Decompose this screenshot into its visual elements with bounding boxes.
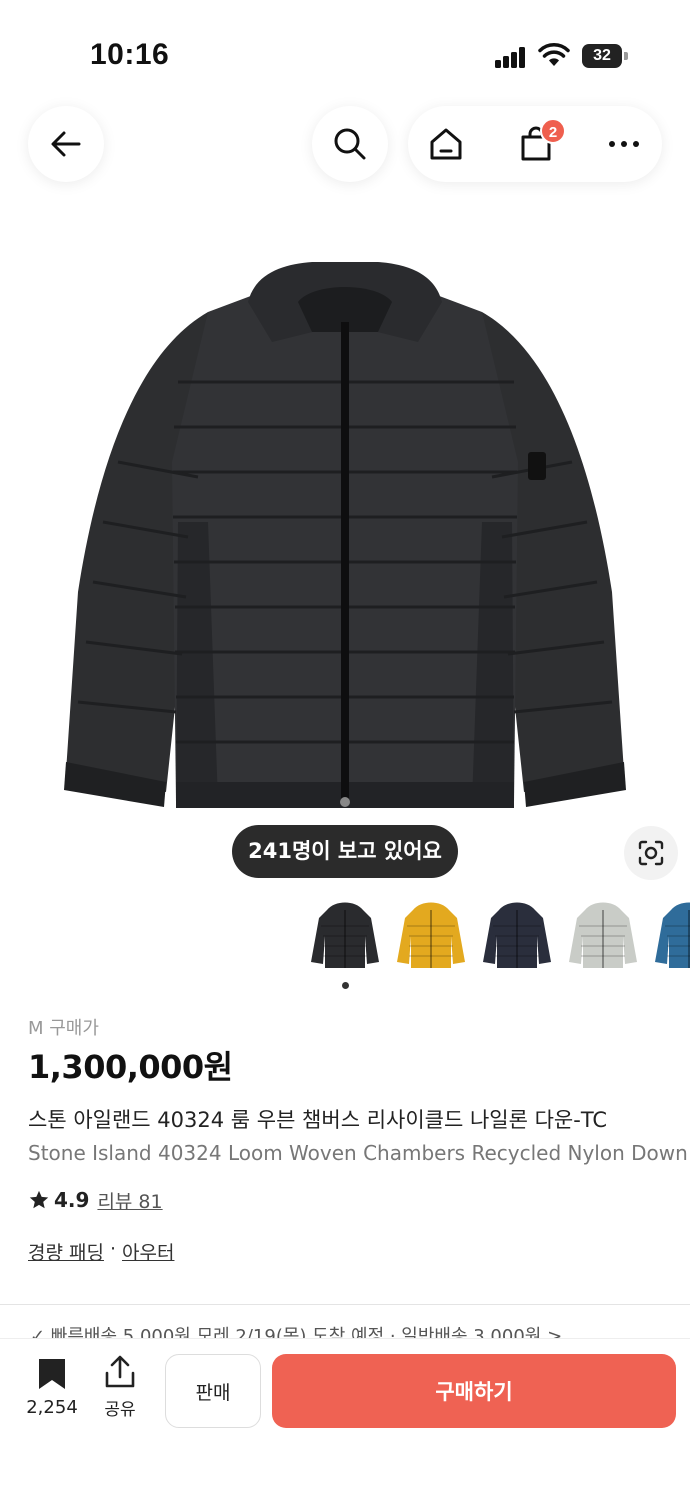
lens-icon [638, 840, 664, 866]
bookmark-icon [39, 1359, 65, 1389]
rating-score: 4.9 [54, 1188, 90, 1212]
star-icon [29, 1190, 49, 1209]
bottom-action-bar: 2,254 공유 판매 구매하기 [0, 1338, 690, 1500]
size-price-label: M 구매가 [28, 1018, 99, 1039]
more-horizontal-icon [609, 141, 639, 147]
search-icon [334, 128, 366, 160]
status-time: 10:16 [90, 38, 170, 71]
category-link-light-padding[interactable]: 경량 패딩 [28, 1238, 104, 1265]
cart-button[interactable]: 2 [498, 106, 574, 182]
home-icon [430, 128, 462, 160]
back-button[interactable] [28, 106, 104, 182]
cellular-signal-icon [495, 46, 527, 68]
category-separator: · [109, 1238, 117, 1260]
product-rating: 4.9 리뷰 81 [28, 1186, 163, 1214]
share-icon [105, 1355, 135, 1388]
sell-button[interactable]: 판매 [165, 1354, 261, 1428]
variant-thumbnail[interactable] [305, 896, 385, 976]
arrow-left-icon [51, 131, 81, 157]
category-link-outer[interactable]: 아우터 [122, 1238, 174, 1265]
section-divider [0, 1304, 690, 1305]
share-label: 공유 [104, 1400, 136, 1420]
variant-thumbnail[interactable] [391, 896, 471, 976]
cart-count-badge: 2 [540, 118, 566, 144]
share-button[interactable]: 공유 [96, 1355, 144, 1420]
nav-pill: 2 [408, 106, 662, 182]
product-image[interactable] [58, 262, 632, 822]
variant-thumbnail[interactable] [477, 896, 557, 976]
battery-icon: 32 [582, 44, 628, 68]
visual-search-button[interactable] [624, 826, 678, 880]
viewers-count-badge: 241명이 보고 있어요 [232, 825, 458, 878]
more-button[interactable] [586, 106, 662, 182]
product-name-english: Stone Island 40324 Loom Woven Chambers R… [28, 1141, 688, 1165]
save-count: 2,254 [26, 1397, 78, 1418]
search-button[interactable] [312, 106, 388, 182]
product-name-korean: 스톤 아일랜드 40324 룸 우븐 챔버스 리사이클드 나일론 다운-TC [28, 1108, 608, 1132]
selected-variant-dot [342, 982, 349, 989]
battery-level: 32 [593, 47, 611, 64]
home-button[interactable] [408, 106, 484, 182]
wifi-icon [538, 43, 570, 66]
buy-button[interactable]: 구매하기 [272, 1354, 676, 1428]
jacket-illustration [64, 262, 626, 808]
variant-thumbnail[interactable] [649, 896, 690, 976]
category-breadcrumb: 경량 패딩 · 아우터 [28, 1238, 174, 1265]
save-button[interactable]: 2,254 [20, 1357, 84, 1418]
product-price: 1,300,000원 [28, 1048, 233, 1086]
reviews-link[interactable]: 리뷰 81 [97, 1187, 162, 1214]
variant-thumbnail[interactable] [563, 896, 643, 976]
